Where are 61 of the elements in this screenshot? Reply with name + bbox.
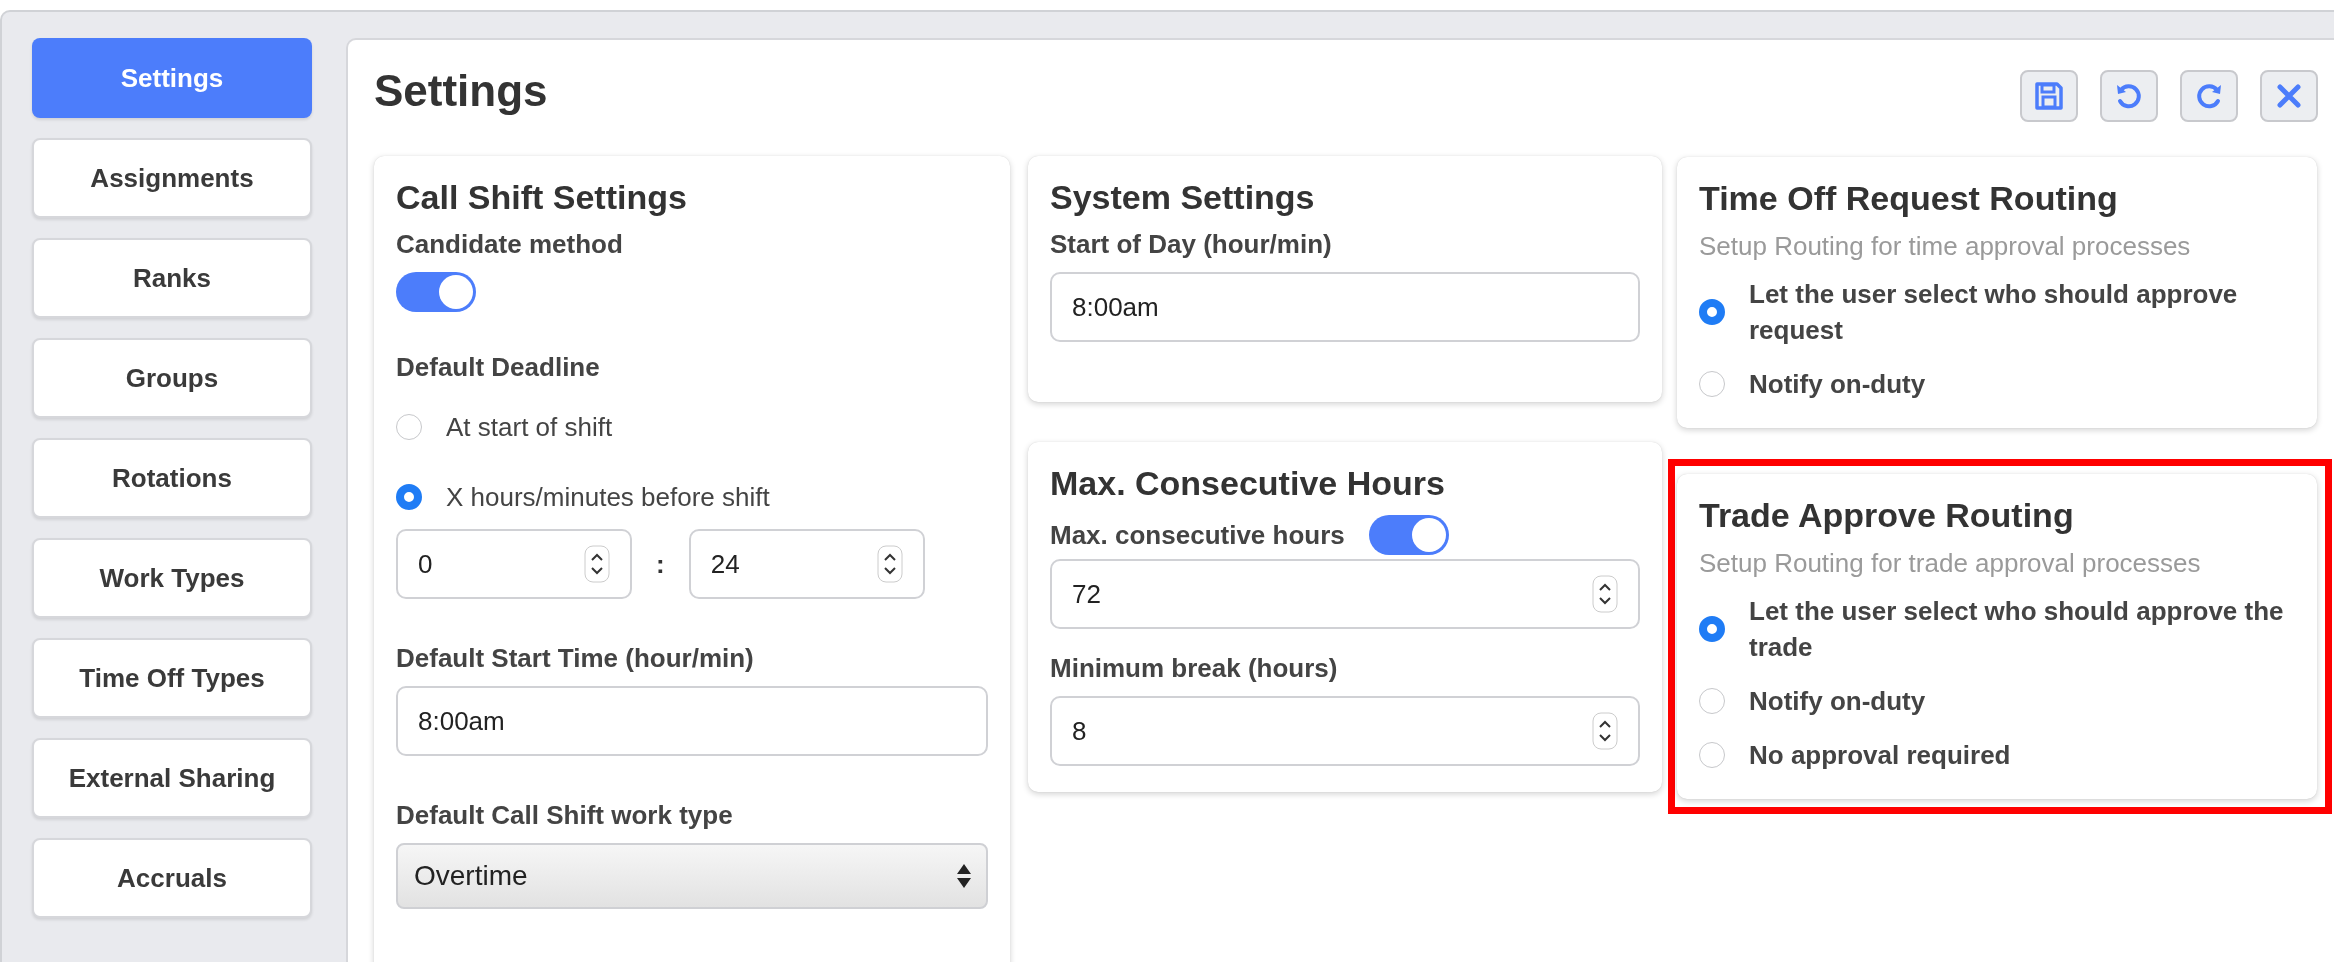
radio-label: At start of shift xyxy=(446,411,613,444)
radio-button[interactable] xyxy=(1699,371,1725,397)
redo-button[interactable] xyxy=(2180,70,2238,122)
radio-label: Notify on-duty xyxy=(1749,685,1926,718)
number-input[interactable]: 72 xyxy=(1050,559,1640,629)
save-button[interactable] xyxy=(2020,70,2078,122)
toggle-switch[interactable] xyxy=(1368,515,1449,555)
stepper-icon[interactable] xyxy=(584,545,610,583)
text-input[interactable]: 8:00am xyxy=(1050,272,1640,342)
sidebar-item[interactable]: Time Off Types xyxy=(32,638,312,718)
card-title: Trade Approve Routing xyxy=(1699,496,2075,535)
page-title: Settings xyxy=(374,66,548,116)
sort-arrows-icon xyxy=(956,862,972,890)
stepper-icon[interactable] xyxy=(876,545,903,583)
radio-label: Notify on-duty xyxy=(1749,368,1926,401)
radio-label: Let the user select who should approve the trade xyxy=(1749,595,2285,664)
stepper-icon[interactable] xyxy=(1592,712,1618,750)
sidebar-item[interactable]: Work Types xyxy=(32,538,312,618)
radio-label: Let the user select who should approve request xyxy=(1749,278,2239,347)
sidebar-item[interactable]: Groups xyxy=(32,338,312,418)
undo-icon xyxy=(2114,81,2144,111)
redo-icon xyxy=(2194,81,2224,111)
stepper-icon[interactable] xyxy=(1592,575,1618,613)
field-label: Max. consecutive hours xyxy=(1050,519,1345,551)
radio-button[interactable] xyxy=(1699,688,1725,714)
card-subtitle: Setup Routing for trade approval processes xyxy=(1699,547,2202,579)
field-label: Minimum break (hours) xyxy=(1050,653,1339,684)
number-input[interactable]: 8 xyxy=(1050,696,1640,766)
radio-button[interactable] xyxy=(1699,742,1725,768)
card-title: Call Shift Settings xyxy=(396,178,688,217)
sidebar-item[interactable]: External Sharing xyxy=(32,738,312,818)
select-field[interactable]: Overtime xyxy=(396,843,988,909)
field-label: Start of Day (hour/min) xyxy=(1050,229,1333,260)
field-label: Candidate method xyxy=(396,229,624,260)
undo-button[interactable] xyxy=(2100,70,2158,122)
sidebar-item[interactable]: Rotations xyxy=(32,438,312,518)
number-input[interactable]: 24 xyxy=(688,529,925,599)
text-input[interactable]: 8:00am xyxy=(396,686,988,756)
radio-button[interactable] xyxy=(396,484,422,510)
radio-button[interactable] xyxy=(1699,616,1725,642)
card-subtitle: Setup Routing for time approval processes xyxy=(1699,230,2192,262)
close-icon xyxy=(2276,83,2302,109)
sidebar-item[interactable]: Settings xyxy=(32,38,312,118)
field-label: Default Deadline xyxy=(396,352,601,383)
toggle-switch[interactable] xyxy=(396,272,476,312)
field-label: Default Start Time (hour/min) xyxy=(396,643,755,674)
sidebar-item[interactable]: Assignments xyxy=(32,138,312,218)
time-separator: : xyxy=(656,548,665,580)
radio-label: X hours/minutes before shift xyxy=(446,481,770,514)
card-title: Max. Consecutive Hours xyxy=(1050,464,1446,503)
number-input[interactable]: 0 xyxy=(396,529,632,599)
save-icon xyxy=(2034,81,2064,111)
card-title: System Settings xyxy=(1050,178,1316,217)
sidebar-item[interactable]: Accruals xyxy=(32,838,312,918)
field-label: Default Call Shift work type xyxy=(396,800,734,831)
radio-button[interactable] xyxy=(1699,299,1725,325)
close-button[interactable] xyxy=(2260,70,2318,122)
sidebar-item[interactable]: Ranks xyxy=(32,238,312,318)
radio-button[interactable] xyxy=(396,414,422,440)
radio-label: No approval required xyxy=(1749,739,2011,772)
card-title: Time Off Request Routing xyxy=(1699,179,2119,218)
